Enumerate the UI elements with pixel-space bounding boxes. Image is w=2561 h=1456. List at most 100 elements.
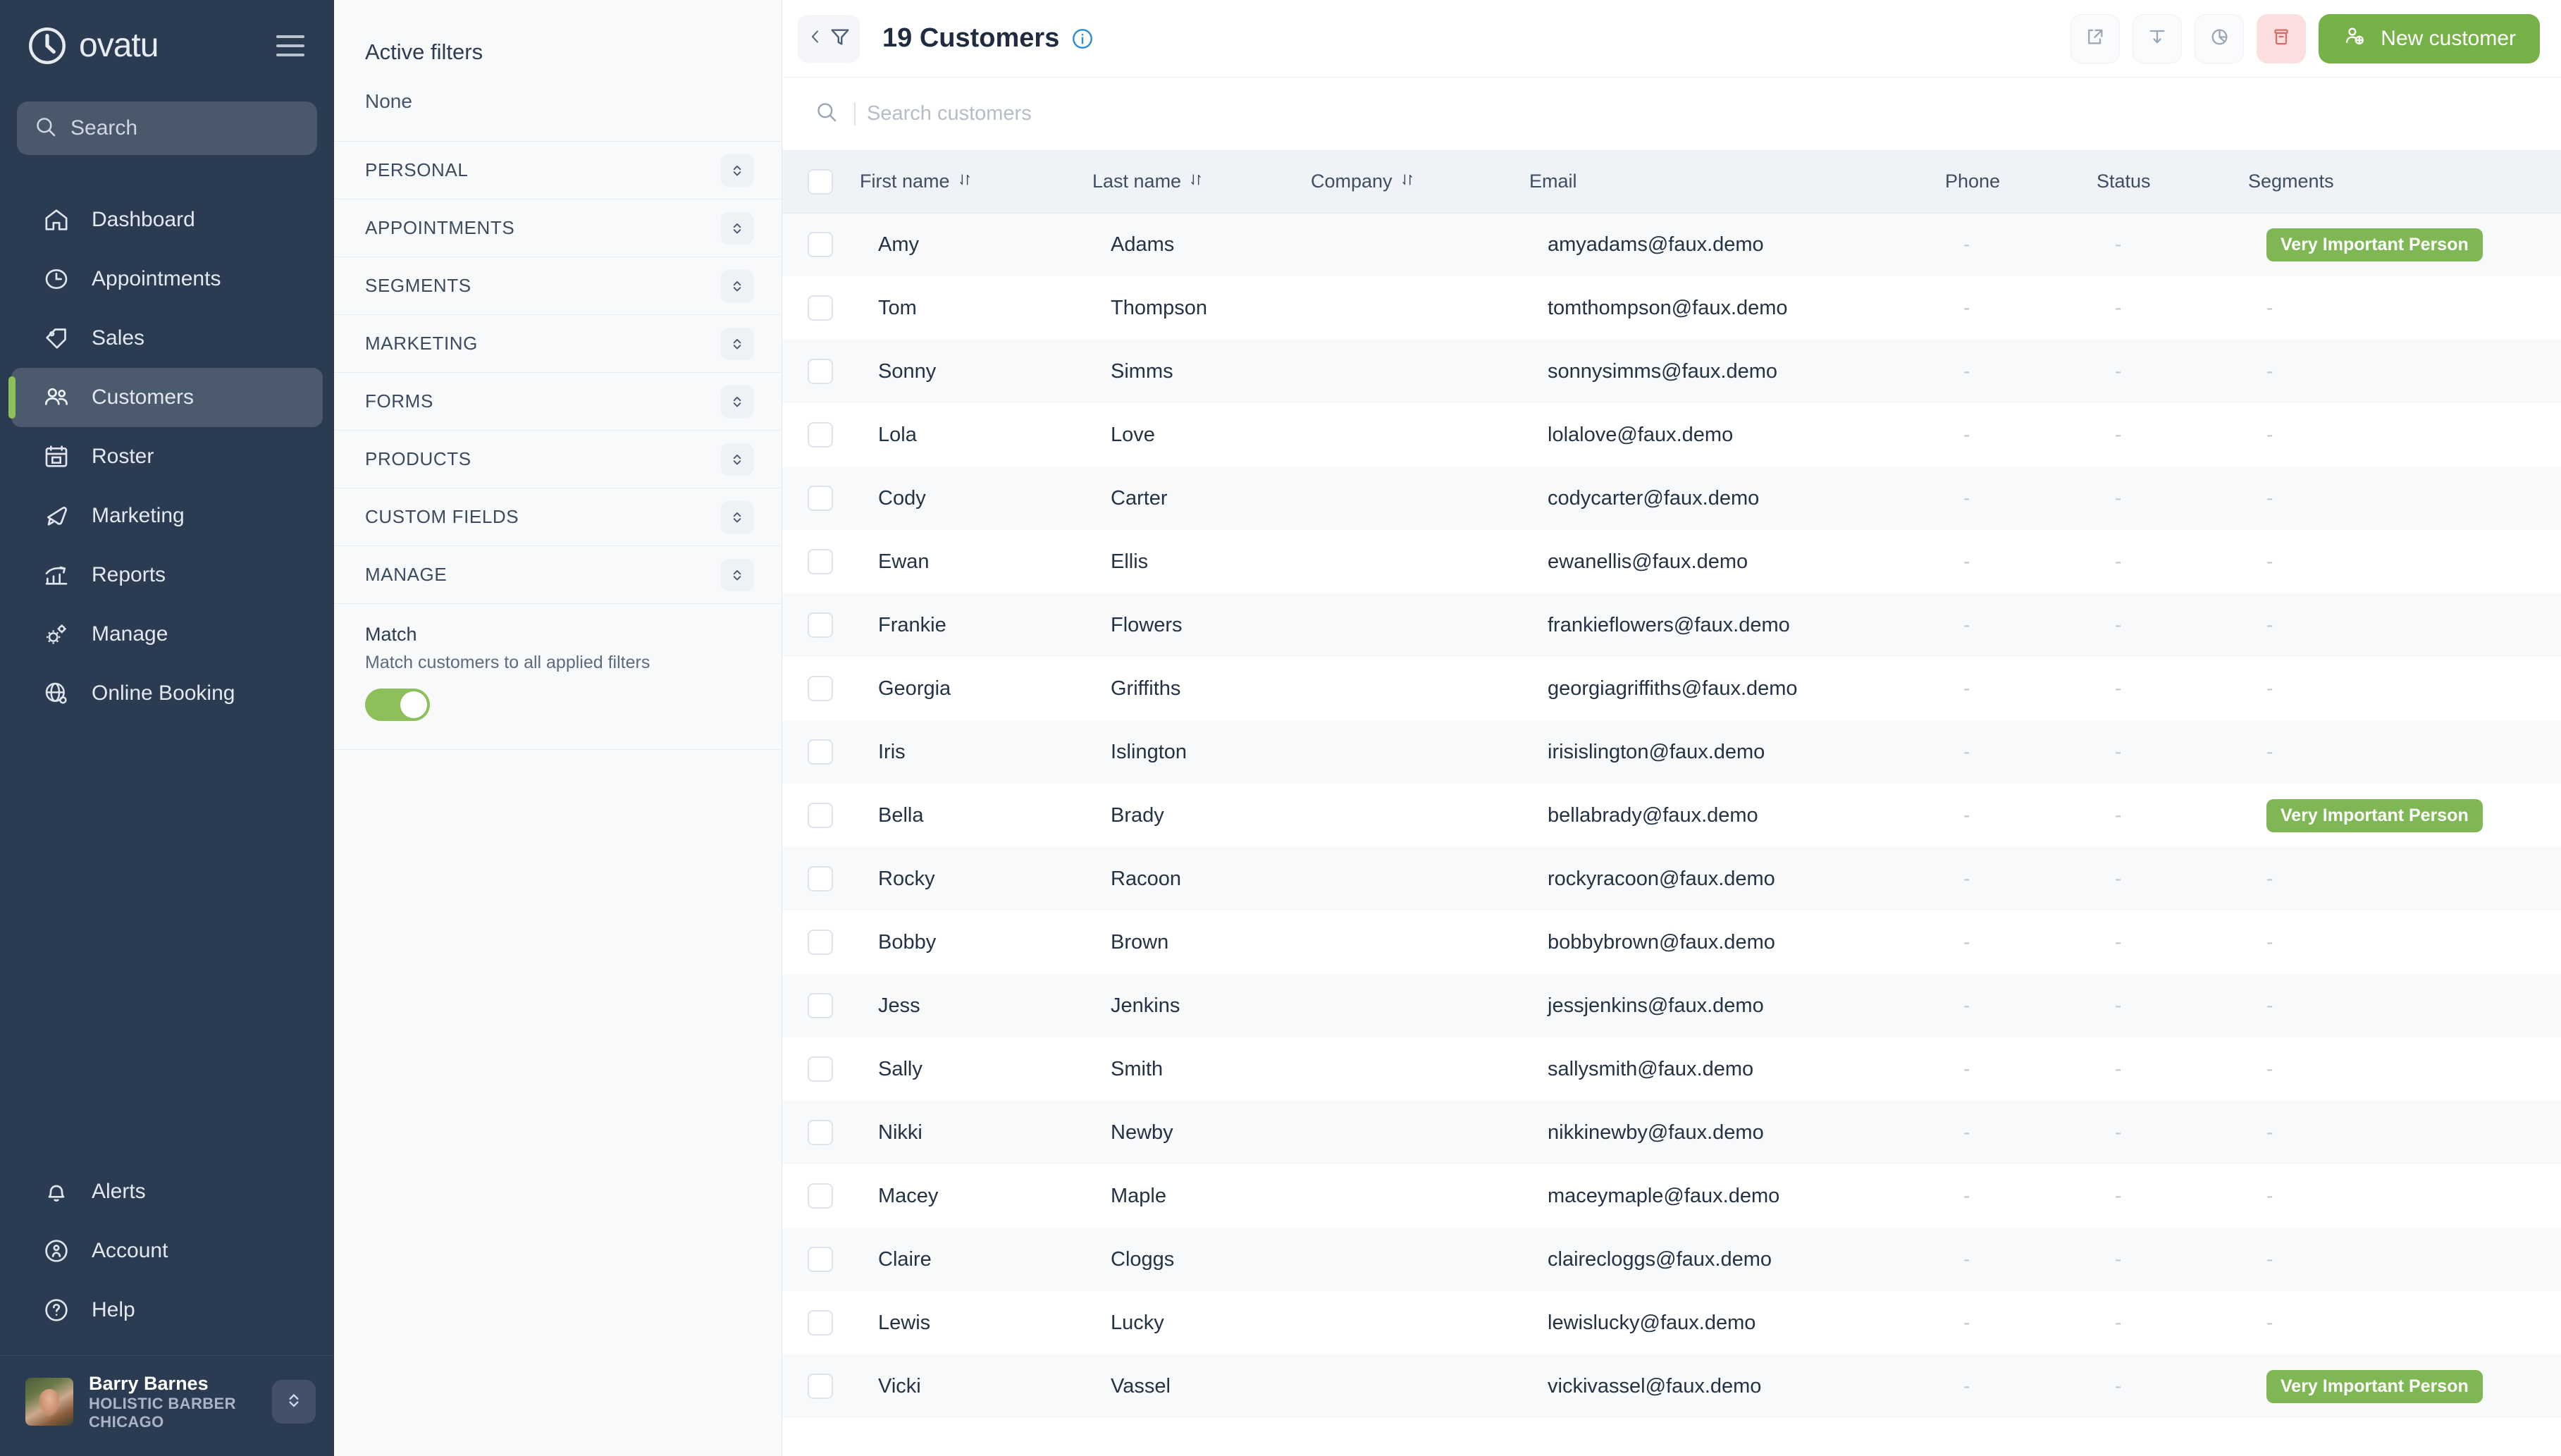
- table-row[interactable]: Bobby Brown bobbybrown@faux.demo - - -: [782, 911, 2561, 974]
- first-name-value: Amy: [878, 233, 919, 256]
- column-last-name[interactable]: Last name: [1092, 151, 1311, 214]
- column-label: Status: [2097, 171, 2151, 192]
- sidebar-item-sales[interactable]: Sales: [11, 309, 323, 368]
- sidebar-item-reports[interactable]: Reports: [11, 545, 323, 605]
- filter-group-label: APPOINTMENTS: [365, 217, 515, 238]
- row-checkbox[interactable]: [808, 549, 833, 574]
- table-row[interactable]: Lola Love lolalove@faux.demo - - -: [782, 403, 2561, 467]
- sidebar-item-manage[interactable]: Manage: [11, 605, 323, 664]
- sidebar-item-help[interactable]: Help: [11, 1281, 323, 1340]
- chevron-updown-icon[interactable]: [721, 154, 753, 187]
- filter-group-segments[interactable]: SEGMENTS: [334, 257, 782, 314]
- email-value: clairecloggs@faux.demo: [1548, 1247, 1772, 1271]
- page-title: 19 Customers: [882, 23, 1060, 53]
- table-row[interactable]: Macey Maple maceymaple@faux.demo - - -: [782, 1164, 2561, 1228]
- filter-group-personal[interactable]: PERSONAL: [334, 141, 782, 199]
- row-checkbox[interactable]: [808, 1374, 833, 1399]
- row-checkbox[interactable]: [808, 866, 833, 892]
- sidebar-item-online-booking[interactable]: Online Booking: [11, 664, 323, 723]
- row-checkbox[interactable]: [808, 359, 833, 384]
- filter-group-marketing[interactable]: MARKETING: [334, 314, 782, 372]
- sidebar-item-alerts[interactable]: Alerts: [11, 1162, 323, 1221]
- table-row[interactable]: Amy Adams amyadams@faux.demo - - Very Importa…: [782, 213, 2561, 276]
- row-checkbox[interactable]: [808, 803, 833, 828]
- chevron-updown-icon[interactable]: [721, 558, 753, 591]
- table-row[interactable]: Ewan Ellis ewanellis@faux.demo - - -: [782, 530, 2561, 593]
- chevron-updown-icon[interactable]: [721, 211, 753, 245]
- chevron-updown-icon[interactable]: [721, 327, 753, 360]
- table-row[interactable]: Sally Smith sallysmith@faux.demo - - -: [782, 1037, 2561, 1101]
- table-row[interactable]: Georgia Griffiths georgiagriffiths@faux.de…: [782, 657, 2561, 720]
- profile-switcher-button[interactable]: [272, 1380, 316, 1424]
- filter-group-forms[interactable]: FORMS: [334, 372, 782, 430]
- toggle-filter-panel-button[interactable]: [798, 14, 860, 63]
- chevron-updown-icon[interactable]: [721, 269, 753, 302]
- chevron-updown-icon[interactable]: [721, 500, 753, 533]
- brand[interactable]: ovatu: [25, 24, 159, 68]
- row-checkbox[interactable]: [808, 486, 833, 511]
- row-checkbox[interactable]: [808, 930, 833, 955]
- sidebar-item-customers[interactable]: Customers: [8, 368, 323, 427]
- row-checkbox[interactable]: [808, 1310, 833, 1335]
- filter-group-appointments[interactable]: APPOINTMENTS: [334, 199, 782, 257]
- table-row[interactable]: Iris Islington irisislington@faux.demo - - -: [782, 720, 2561, 784]
- table-row[interactable]: Jess Jenkins jessjenkins@faux.demo - - -: [782, 974, 2561, 1037]
- table-row[interactable]: Cody Carter codycarter@faux.demo - - -: [782, 467, 2561, 530]
- cell-last-name: Griffiths: [1092, 657, 1311, 720]
- table-row[interactable]: Rocky Racoon rockyracoon@faux.demo - - -: [782, 847, 2561, 911]
- active-filters-none: None: [365, 90, 412, 112]
- row-checkbox[interactable]: [808, 612, 833, 638]
- chevron-updown-icon[interactable]: [721, 443, 753, 476]
- sort-updown-icon[interactable]: [957, 171, 973, 192]
- filter-group-products[interactable]: PRODUCTS: [334, 430, 782, 488]
- row-checkbox[interactable]: [808, 232, 833, 258]
- sidebar-search-input[interactable]: Search: [17, 101, 317, 155]
- merge-button[interactable]: [2133, 13, 2183, 63]
- sidebar-profile[interactable]: Barry Barnes HOLISTIC BARBER CHICAGO: [0, 1356, 334, 1449]
- match-all-filters-toggle[interactable]: [365, 689, 430, 721]
- sidebar-item-dashboard[interactable]: Dashboard: [11, 190, 323, 249]
- sort-updown-icon[interactable]: [1400, 171, 1415, 192]
- filter-group-manage[interactable]: MANAGE: [334, 545, 782, 603]
- search-customers-input[interactable]: Search customers: [854, 102, 1032, 125]
- table-row[interactable]: Claire Cloggs clairecloggs@faux.demo - - -: [782, 1228, 2561, 1291]
- row-checkbox[interactable]: [808, 422, 833, 448]
- table-row[interactable]: Bella Brady bellabrady@faux.demo - - Very Imp…: [782, 784, 2561, 847]
- info-circle-icon[interactable]: [1070, 27, 1094, 51]
- new-customer-button[interactable]: New customer: [2319, 13, 2540, 63]
- share-button[interactable]: [2071, 13, 2121, 63]
- filter-group-custom-fields[interactable]: CUSTOM FIELDS: [334, 488, 782, 545]
- status-badge[interactable]: Very Important Person: [2266, 798, 2483, 832]
- table-row[interactable]: Frankie Flowers frankieflowers@faux.demo - -…: [782, 593, 2561, 657]
- row-checkbox[interactable]: [808, 295, 833, 321]
- status-badge[interactable]: Very Important Person: [2266, 228, 2483, 261]
- table-row[interactable]: Nikki Newby nikkinewby@faux.demo - - -: [782, 1101, 2561, 1164]
- row-checkbox[interactable]: [808, 1247, 833, 1272]
- hamburger-icon[interactable]: [276, 35, 304, 56]
- row-checkbox[interactable]: [808, 739, 833, 765]
- sidebar-item-roster[interactable]: Roster: [11, 427, 323, 486]
- cell-last-name: Flowers: [1092, 593, 1311, 657]
- sidebar-item-account[interactable]: Account: [11, 1221, 323, 1281]
- row-checkbox[interactable]: [808, 993, 833, 1018]
- column-company[interactable]: Company: [1311, 151, 1529, 214]
- row-checkbox[interactable]: [808, 1120, 833, 1145]
- select-all-checkbox[interactable]: [808, 168, 833, 195]
- customer-search-bar[interactable]: Search customers: [782, 78, 2561, 151]
- sidebar-item-marketing[interactable]: Marketing: [11, 486, 323, 545]
- row-checkbox[interactable]: [808, 1056, 833, 1082]
- table-row[interactable]: Tom Thompson tomthompson@faux.demo - - -: [782, 276, 2561, 340]
- row-checkbox[interactable]: [808, 676, 833, 701]
- email-value: georgiagriffiths@faux.demo: [1548, 677, 1798, 700]
- archive-button[interactable]: [2257, 13, 2307, 63]
- table-row[interactable]: Lewis Lucky lewislucky@faux.demo - - -: [782, 1291, 2561, 1355]
- sidebar-item-appointments[interactable]: Appointments: [11, 249, 323, 309]
- column-first-name[interactable]: First name: [860, 151, 1092, 214]
- chevron-updown-icon[interactable]: [721, 385, 753, 418]
- sort-updown-icon[interactable]: [1188, 171, 1204, 192]
- status-badge[interactable]: Very Important Person: [2266, 1369, 2483, 1403]
- table-row[interactable]: Sonny Simms sonnysimms@faux.demo - - -: [782, 340, 2561, 403]
- reports-button[interactable]: [2195, 13, 2245, 63]
- row-checkbox[interactable]: [808, 1183, 833, 1209]
- table-row[interactable]: Vicki Vassel vickivassel@faux.demo - - Very I…: [782, 1355, 2561, 1418]
